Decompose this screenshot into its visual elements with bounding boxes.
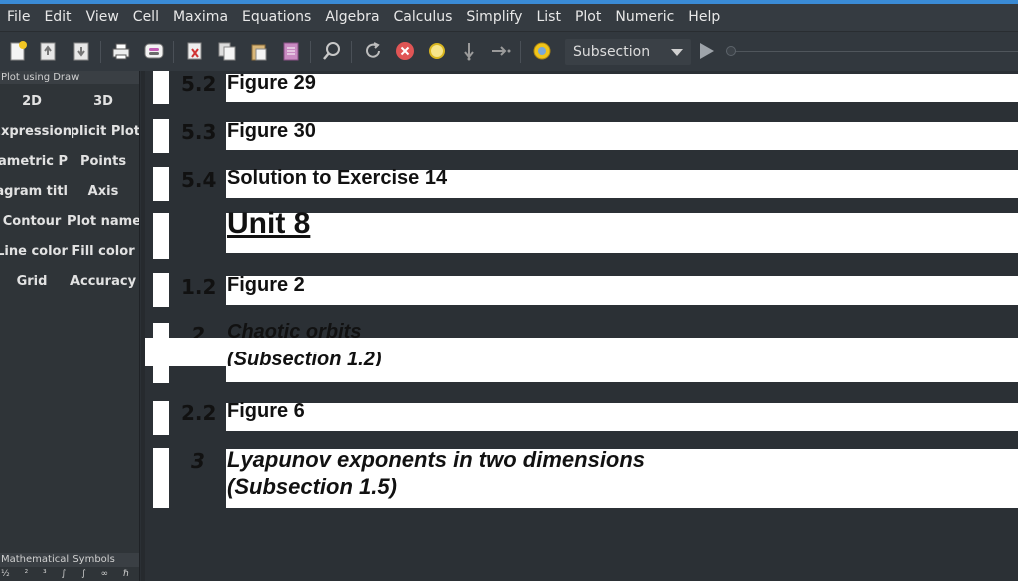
cell-bracket[interactable]: [153, 71, 169, 104]
follow-icon[interactable]: [426, 40, 448, 62]
animation-icon[interactable]: [531, 40, 553, 62]
symbols-panel-title: Mathematical Symbols: [0, 553, 139, 567]
select-all-icon[interactable]: [280, 40, 302, 62]
section-number: 2.2: [181, 401, 217, 425]
section-number: 5.3: [181, 120, 217, 144]
cell-bracket[interactable]: [153, 401, 169, 435]
subsection-title[interactable]: Figure 30: [227, 120, 316, 143]
toolbar-separator: [310, 41, 311, 63]
animation-slider-handle[interactable]: [726, 46, 736, 56]
cell-input-area[interactable]: [226, 276, 1018, 305]
subsection-title[interactable]: Lyapunov exponents in two dimensions: [227, 447, 645, 473]
cell-input-area[interactable]: [226, 74, 1018, 102]
menu-equations[interactable]: Equations: [235, 4, 318, 31]
toolbar: Subsection: [0, 31, 1018, 71]
copy-icon[interactable]: [216, 40, 238, 62]
print-icon[interactable]: [110, 40, 132, 62]
menubar: File Edit View Cell Maxima Equations Alg…: [0, 4, 1018, 31]
step-into-icon[interactable]: [458, 40, 480, 62]
cell-style-value: Subsection: [573, 44, 651, 60]
draw-accuracy-button[interactable]: Accuracy: [67, 270, 139, 294]
open-icon[interactable]: [37, 40, 59, 62]
cell-bracket[interactable]: [153, 213, 169, 259]
cell-bracket[interactable]: [153, 273, 169, 307]
draw-grid-button[interactable]: Grid: [0, 270, 68, 294]
draw-plot-name-button[interactable]: Plot name: [67, 210, 139, 234]
toolbar-separator: [173, 41, 174, 63]
cell-bracket[interactable]: [153, 448, 169, 508]
section-number: 1.2: [181, 275, 217, 299]
cell-input-area[interactable]: [226, 213, 1018, 253]
menu-cell[interactable]: Cell: [126, 4, 166, 31]
menu-file[interactable]: File: [0, 4, 37, 31]
sidebar-draw-panel: Plot using Draw 2D 3D Expression Implici…: [0, 71, 140, 581]
section-title[interactable]: Unit 8: [227, 207, 310, 241]
cut-icon[interactable]: [184, 40, 206, 62]
menu-help[interactable]: Help: [681, 4, 727, 31]
menu-maxima[interactable]: Maxima: [166, 4, 235, 31]
worksheet[interactable]: 5.2 Figure 29 5.3 Figure 30 5.4 Solution…: [145, 71, 1018, 581]
preferences-icon[interactable]: [143, 40, 165, 62]
section-number: 3: [191, 449, 205, 473]
menu-simplify[interactable]: Simplify: [459, 4, 529, 31]
menu-view[interactable]: View: [79, 4, 126, 31]
cell-bracket[interactable]: [153, 119, 169, 153]
section-number: 5.2: [181, 72, 217, 96]
menu-calculus[interactable]: Calculus: [387, 4, 460, 31]
subsection-title[interactable]: Figure 29: [227, 72, 316, 95]
menu-plot[interactable]: Plot: [568, 4, 608, 31]
draw-axis-button[interactable]: Axis: [67, 180, 139, 204]
cell-input-area[interactable]: [226, 366, 1018, 382]
subsection-subtitle[interactable]: (Subsection 1.5): [227, 474, 397, 500]
find-icon[interactable]: [321, 40, 343, 62]
toolbar-separator: [520, 41, 521, 63]
section-number: 5.4: [181, 168, 217, 192]
toolbar-separator: [351, 41, 352, 63]
save-icon[interactable]: [70, 40, 92, 62]
play-icon[interactable]: [695, 40, 717, 62]
draw-contour-button[interactable]: Contour: [0, 210, 68, 234]
symbols-row[interactable]: ½ ² ³ ∫ ∫ ∞ ℏ ∈: [0, 569, 139, 581]
draw-expression-button[interactable]: Expression: [0, 120, 72, 144]
draw-implicit-plot-button[interactable]: Implicit Plot: [72, 120, 139, 144]
cell-input-area[interactable]: [226, 403, 1018, 431]
menu-algebra[interactable]: Algebra: [318, 4, 386, 31]
subsection-title[interactable]: Figure 2: [227, 274, 305, 297]
draw-fill-color-button[interactable]: Fill color: [67, 240, 139, 264]
new-document-icon[interactable]: [7, 40, 29, 62]
subsection-title[interactable]: Figure 6: [227, 400, 305, 423]
menu-edit[interactable]: Edit: [37, 4, 78, 31]
cell-bracket[interactable]: [153, 167, 169, 201]
chevron-down-icon: [671, 49, 683, 56]
draw-line-color-button[interactable]: Line color: [0, 240, 68, 264]
cell-style-select[interactable]: Subsection: [565, 39, 691, 65]
cell-input-area[interactable]: [226, 122, 1018, 150]
menu-numeric[interactable]: Numeric: [608, 4, 681, 31]
draw-3d-button[interactable]: 3D: [67, 90, 139, 114]
animation-slider-track[interactable]: [726, 51, 1018, 52]
toolbar-separator: [100, 41, 101, 63]
draw-parametric-button[interactable]: Parametric P: [0, 150, 68, 174]
paste-icon[interactable]: [248, 40, 270, 62]
interrupt-icon[interactable]: [394, 40, 416, 62]
sidebar-title: Plot using Draw: [0, 71, 139, 84]
menu-list[interactable]: List: [529, 4, 567, 31]
draw-diagram-title-button[interactable]: Diagram titl: [0, 180, 68, 204]
subsection-title[interactable]: Solution to Exercise 14: [227, 167, 447, 190]
restart-icon[interactable]: [362, 40, 384, 62]
step-over-icon[interactable]: [490, 40, 512, 62]
draw-points-button[interactable]: Points: [67, 150, 139, 174]
draw-2d-button[interactable]: 2D: [0, 90, 68, 114]
